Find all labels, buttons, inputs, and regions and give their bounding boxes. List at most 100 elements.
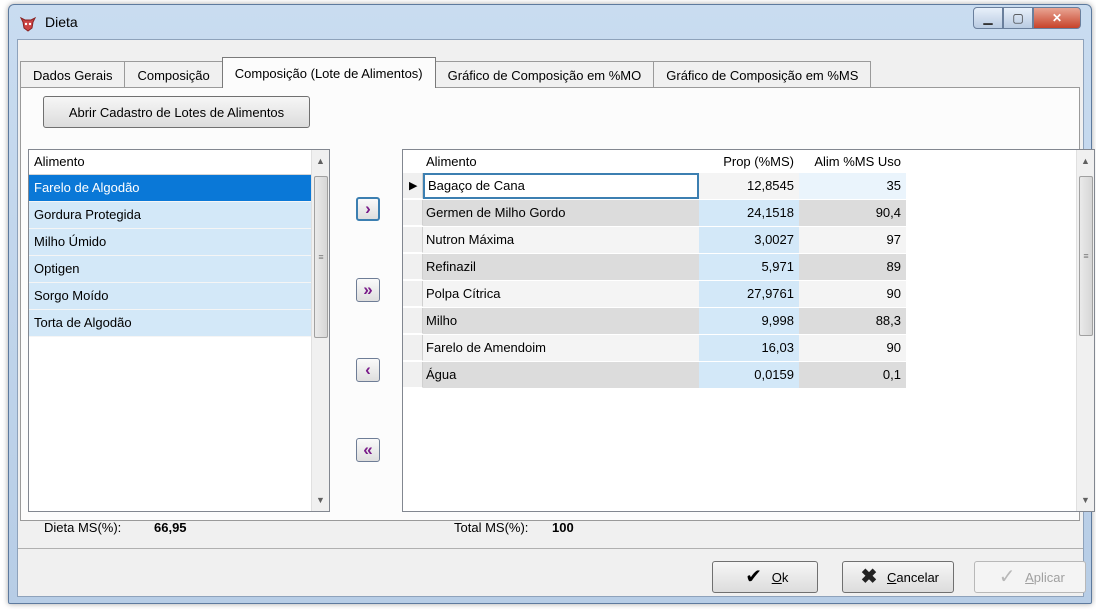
cell-ms-uso[interactable]: 90	[799, 335, 906, 361]
grid-row[interactable]: Nutron Máxima 3,0027 97	[403, 227, 908, 254]
cell-alimento[interactable]: Refinazil	[423, 254, 699, 280]
title-bar[interactable]: Dieta ▁ ▢ ✕	[9, 5, 1091, 39]
row-indicator[interactable]	[403, 308, 423, 334]
grid-row[interactable]: Polpa Cítrica 27,9761 90	[403, 281, 908, 308]
cell-prop[interactable]: 16,03	[699, 335, 799, 361]
maximize-button[interactable]: ▢	[1003, 7, 1033, 29]
cell-alimento[interactable]: Milho	[423, 308, 699, 334]
remove-one-button[interactable]: ‹	[356, 358, 380, 382]
row-indicator[interactable]	[403, 227, 423, 253]
cell-prop[interactable]: 0,0159	[699, 362, 799, 388]
list-item[interactable]: Gordura Protegida	[29, 202, 329, 229]
tab-composicao[interactable]: Composição	[124, 61, 223, 88]
grid-row[interactable]: Milho 9,998 88,3	[403, 308, 908, 335]
minimize-button[interactable]: ▁	[973, 7, 1003, 29]
available-foods-list[interactable]: Alimento Farelo de Algodão Gordura Prote…	[28, 149, 330, 512]
scroll-thumb[interactable]: ≡	[314, 176, 328, 338]
cell-prop[interactable]: 5,971	[699, 254, 799, 280]
list-item[interactable]: Optigen	[29, 256, 329, 283]
row-indicator[interactable]	[403, 335, 423, 361]
row-indicator[interactable]	[403, 362, 423, 388]
cell-alimento[interactable]: Farelo de Amendoim	[423, 335, 699, 361]
cancel-mnemonic: C	[886, 569, 897, 585]
open-lots-button[interactable]: Abrir Cadastro de Lotes de Alimentos	[43, 96, 310, 128]
cell-prop[interactable]: 27,9761	[699, 281, 799, 307]
list-item[interactable]: Farelo de Algodão	[29, 175, 329, 202]
row-indicator[interactable]	[403, 200, 423, 226]
grid-row[interactable]: Farelo de Amendoim 16,03 90	[403, 335, 908, 362]
cancel-button[interactable]: ✖ Cancelar	[842, 561, 954, 593]
ok-label-rest: k	[781, 569, 789, 585]
scroll-up-icon[interactable]: ▲	[1077, 150, 1094, 172]
cell-alimento[interactable]: Bagaço de Cana	[423, 173, 699, 199]
cell-ms-uso[interactable]: 90	[799, 281, 906, 307]
scroll-down-icon[interactable]: ▼	[1077, 489, 1094, 511]
apply-button[interactable]: ✓ Aplicar	[974, 561, 1086, 593]
window-controls: ▁ ▢ ✕	[973, 7, 1081, 29]
row-indicator[interactable]	[403, 254, 423, 280]
diet-composition-grid[interactable]: Alimento Prop (%MS) Alim %MS Uso ▶ Bagaço…	[402, 149, 1095, 512]
x-icon: ✖	[860, 566, 878, 588]
add-one-button[interactable]: ›	[356, 197, 380, 221]
remove-all-button[interactable]: «	[356, 438, 380, 462]
list-item[interactable]: Sorgo Moído	[29, 283, 329, 310]
tab-grafico-ms[interactable]: Gráfico de Composição em %MS	[653, 61, 872, 88]
dialog-client-area: Dados Gerais Composição Composição (Lote…	[17, 39, 1095, 597]
grid-row[interactable]: Germen de Milho Gordo 24,1518 90,4	[403, 200, 908, 227]
apply-mnemonic: A	[1025, 569, 1034, 585]
cell-ms-uso[interactable]: 90,4	[799, 200, 906, 226]
ok-mnemonic: O	[771, 569, 782, 585]
cell-ms-uso[interactable]: 35	[799, 173, 906, 199]
cell-alimento[interactable]: Polpa Cítrica	[423, 281, 699, 307]
tab-dados-gerais[interactable]: Dados Gerais	[20, 61, 126, 88]
dieta-ms-label: Dieta MS(%):	[44, 520, 122, 535]
scroll-thumb[interactable]: ≡	[1079, 176, 1093, 336]
grid-row[interactable]: Refinazil 5,971 89	[403, 254, 908, 281]
tab-strip: Dados Gerais Composição Composição (Lote…	[20, 56, 872, 88]
row-indicator[interactable]	[403, 281, 423, 307]
maximize-icon: ▢	[1012, 11, 1024, 25]
total-ms-label: Total MS(%):	[454, 520, 529, 535]
grid-row[interactable]: ▶ Bagaço de Cana 12,8545 35	[403, 173, 908, 200]
cell-prop[interactable]: 12,8545	[699, 173, 799, 199]
add-all-button[interactable]: »	[356, 278, 380, 302]
grid-header-ms[interactable]: Alim %MS Uso	[799, 150, 906, 173]
close-button[interactable]: ✕	[1033, 7, 1081, 29]
scroll-down-icon[interactable]: ▼	[312, 489, 329, 511]
grid-row[interactable]: Água 0,0159 0,1	[403, 362, 908, 389]
checkmark-icon: ✓	[998, 566, 1016, 588]
cell-prop[interactable]: 9,998	[699, 308, 799, 334]
apply-label-rest: plicar	[1033, 569, 1065, 585]
close-icon: ✕	[1051, 11, 1063, 25]
cell-prop[interactable]: 24,1518	[699, 200, 799, 226]
window-title: Dieta	[45, 14, 78, 30]
double-chevron-left-icon: «	[363, 440, 373, 459]
cell-ms-uso[interactable]: 97	[799, 227, 906, 253]
scroll-up-icon[interactable]: ▲	[312, 150, 329, 172]
cell-ms-uso[interactable]: 0,1	[799, 362, 906, 388]
cell-alimento[interactable]: Nutron Máxima	[423, 227, 699, 253]
cell-alimento[interactable]: Água	[423, 362, 699, 388]
dieta-ms-value: 66,95	[154, 520, 187, 535]
list-item[interactable]: Milho Úmido	[29, 229, 329, 256]
cell-prop[interactable]: 3,0027	[699, 227, 799, 253]
grid-header-prop[interactable]: Prop (%MS)	[699, 150, 799, 173]
grid-corner	[403, 150, 423, 173]
cell-ms-uso[interactable]: 89	[799, 254, 906, 280]
cell-alimento[interactable]: Germen de Milho Gordo	[423, 200, 699, 226]
cancel-label-rest: ancelar	[896, 569, 940, 585]
button-bar: ✔ Ok ✖ Cancelar ✓ Aplicar	[18, 548, 1086, 597]
total-ms-value: 100	[552, 520, 574, 535]
grid-scrollbar[interactable]: ▲ ≡ ▼	[1076, 150, 1094, 511]
tab-composicao-lote[interactable]: Composição (Lote de Alimentos)	[221, 57, 436, 88]
row-indicator[interactable]: ▶	[403, 173, 423, 199]
tab-grafico-mo[interactable]: Gráfico de Composição em %MO	[434, 61, 655, 88]
cell-ms-uso[interactable]: 88,3	[799, 308, 906, 334]
list-item[interactable]: Torta de Algodão	[29, 310, 329, 337]
left-list-scrollbar[interactable]: ▲ ≡ ▼	[311, 150, 329, 511]
list-header: Alimento	[29, 150, 329, 175]
minimize-icon: ▁	[983, 11, 993, 25]
grid-header-alimento[interactable]: Alimento	[423, 150, 699, 173]
chevron-right-icon: ›	[365, 199, 371, 218]
ok-button[interactable]: ✔ Ok	[712, 561, 818, 593]
